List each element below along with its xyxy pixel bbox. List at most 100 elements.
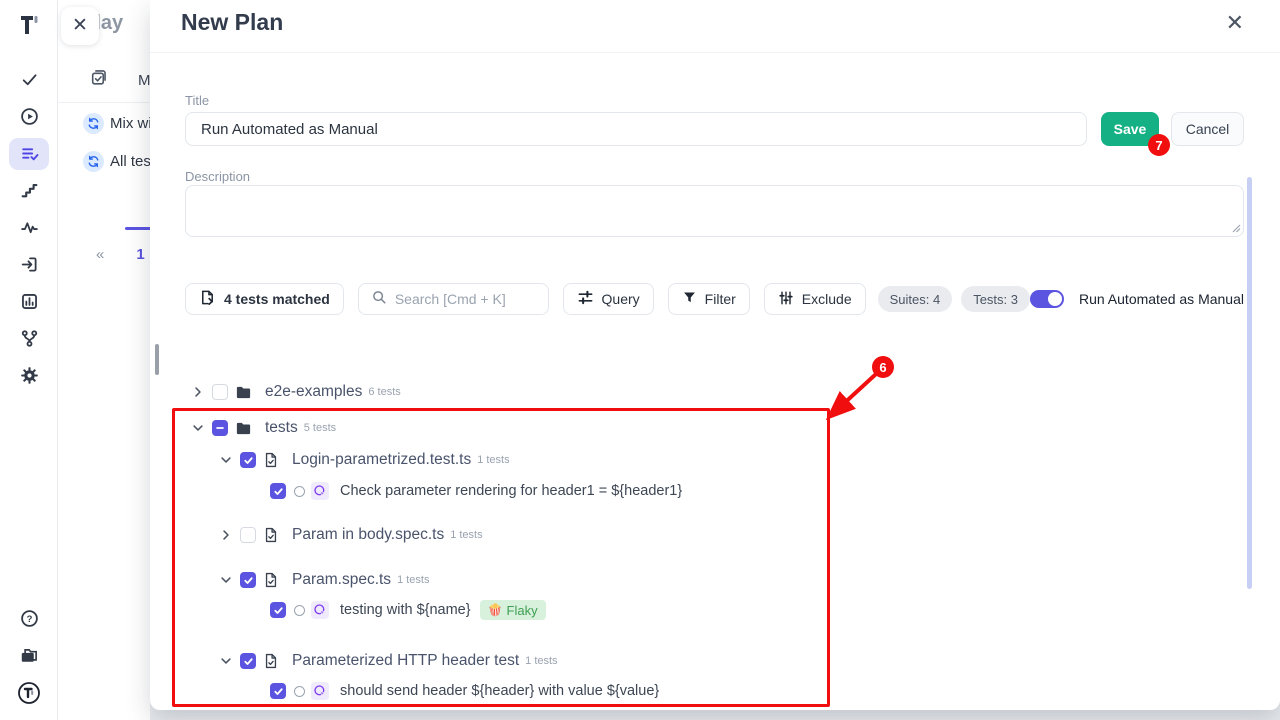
projects-icon xyxy=(9,640,49,672)
toggle-label: Run Automated as Manual xyxy=(1079,291,1244,307)
chevron-down-icon[interactable] xyxy=(218,653,234,669)
analytics-icon xyxy=(9,286,49,318)
tree-suite-row: tests5 tests xyxy=(190,416,336,440)
brand-t-logo[interactable] xyxy=(0,8,58,42)
modal-scrollbar[interactable] xyxy=(1247,177,1252,589)
sidebar-item-branch[interactable] xyxy=(0,320,58,357)
cancel-button[interactable]: Cancel xyxy=(1171,112,1244,146)
drawer-close-button[interactable]: ✕ xyxy=(61,7,99,45)
popcorn-icon: 🍿 xyxy=(488,603,503,617)
sync-icon xyxy=(83,151,104,172)
flaky-badge: 🍿Flaky xyxy=(480,600,546,620)
help-icon: ? xyxy=(9,603,49,635)
file-check-icon xyxy=(263,452,279,468)
sidebar-item-test-runs[interactable] xyxy=(0,135,58,172)
status-circle-icon xyxy=(294,686,305,697)
query-button[interactable]: Query xyxy=(563,283,654,315)
automated-test-icon xyxy=(311,482,329,500)
tests-matched-button[interactable]: 4 tests matched xyxy=(185,283,344,315)
annotation-step-7-badge: 7 xyxy=(1148,134,1170,156)
tree-suite-row: Param.spec.ts 1 tests xyxy=(218,568,429,592)
copy-check-icon[interactable] xyxy=(89,68,108,92)
chevron-down-icon[interactable] xyxy=(218,572,234,588)
row-checkbox-checked[interactable] xyxy=(270,602,286,618)
tests-count: 1 tests xyxy=(397,574,429,586)
title-input[interactable] xyxy=(185,112,1087,146)
row-checkbox-unchecked[interactable] xyxy=(212,384,228,400)
chevron-right-icon[interactable] xyxy=(190,384,206,400)
pagination-page-1[interactable]: 1 xyxy=(136,246,144,263)
modal-close-button[interactable]: ✕ xyxy=(1226,12,1244,34)
chevron-right-icon[interactable] xyxy=(218,527,234,543)
tree-node-label[interactable]: Parameterized HTTP header test xyxy=(292,652,519,670)
tests-count: 1 tests xyxy=(450,529,482,541)
automated-test-icon xyxy=(311,601,329,619)
tree-test-row: Check parameter rendering for header1 = … xyxy=(270,479,682,503)
sidebar-item-steps[interactable] xyxy=(0,172,58,209)
chevron-down-icon[interactable] xyxy=(190,420,206,436)
tests-count: 1 tests xyxy=(477,454,509,466)
sidebar-item-pulse[interactable] xyxy=(0,209,58,246)
tree-suite-row: Parameterized HTTP header test 1 tests xyxy=(218,649,558,673)
sidebar-item-brand-circle[interactable] xyxy=(0,674,58,711)
row-checkbox-checked[interactable] xyxy=(240,452,256,468)
sync-icon xyxy=(83,113,104,134)
tree-node-label[interactable]: Login-parametrized.test.ts xyxy=(292,451,471,469)
chevron-down-icon[interactable] xyxy=(218,452,234,468)
sidebar-nav xyxy=(0,61,58,394)
run-automated-toggle[interactable] xyxy=(1030,290,1064,308)
pagination-prev-button[interactable]: « xyxy=(96,246,104,263)
sidebar-item-check[interactable] xyxy=(0,61,58,98)
sidebar-item-play[interactable] xyxy=(0,98,58,135)
sidebar-item-import[interactable] xyxy=(0,246,58,283)
background-list-item[interactable]: All tes xyxy=(58,148,150,174)
search-box[interactable] xyxy=(358,283,549,315)
background-panel: Play M Mix wiAll tes « 1 xyxy=(58,0,150,720)
sidebar-item-analytics[interactable] xyxy=(0,283,58,320)
play-icon xyxy=(9,101,49,133)
new-plan-modal: New Plan ✕ Title Save 7 Cancel Descripti… xyxy=(150,0,1280,710)
tree-node-label[interactable]: Param.spec.ts xyxy=(292,571,391,589)
tree-node-label[interactable]: should send header ${header} with value … xyxy=(340,683,659,699)
tests-toolbar: 4 tests matched Query Filter Exclude Sui… xyxy=(185,283,1244,315)
tree-node-label[interactable]: Param in body.spec.ts xyxy=(292,526,444,544)
row-checkbox-checked[interactable] xyxy=(270,683,286,699)
tree-test-row: should send header ${header} with value … xyxy=(270,679,659,703)
tree-node-label[interactable]: tests xyxy=(265,419,298,437)
folder-icon xyxy=(235,420,252,437)
sidebar-nav-bottom: ? xyxy=(0,600,58,711)
background-menu-label: M xyxy=(138,72,151,89)
background-list-item[interactable]: Mix wi xyxy=(58,110,150,136)
sidebar-item-help[interactable]: ? xyxy=(0,600,58,637)
filter-button[interactable]: Filter xyxy=(668,283,750,315)
pagination: « 1 xyxy=(58,246,150,263)
import-icon xyxy=(9,249,49,281)
row-checkbox-checked[interactable] xyxy=(270,483,286,499)
file-check-icon xyxy=(263,572,279,588)
tests-count: 1 tests xyxy=(525,655,557,667)
row-checkbox-indeterminate[interactable] xyxy=(212,420,228,436)
background-panel-toolbar: M xyxy=(58,58,150,103)
description-field-label: Description xyxy=(185,169,250,184)
pulse-icon xyxy=(9,212,49,244)
sidebar-item-settings[interactable] xyxy=(0,357,58,394)
search-input[interactable] xyxy=(395,291,535,307)
tree-node-label[interactable]: Check parameter rendering for header1 = … xyxy=(340,483,682,499)
search-icon xyxy=(371,289,387,310)
sliders-horizontal-icon xyxy=(577,289,594,309)
panel-scrollbar[interactable] xyxy=(155,344,159,375)
branch-icon xyxy=(9,323,49,355)
modal-title: New Plan xyxy=(181,9,283,36)
tree-node-label[interactable]: e2e-examples xyxy=(265,383,362,401)
tree-suite-row: e2e-examples6 tests xyxy=(190,380,401,404)
suites-count-chip: Suites: 4 xyxy=(878,286,953,312)
settings-icon xyxy=(9,360,49,392)
exclude-button[interactable]: Exclude xyxy=(764,283,866,315)
tree-node-label[interactable]: testing with ${name} xyxy=(340,602,471,618)
file-check-icon xyxy=(263,527,279,543)
sidebar-item-projects[interactable] xyxy=(0,637,58,674)
row-checkbox-checked[interactable] xyxy=(240,572,256,588)
row-checkbox-unchecked[interactable] xyxy=(240,527,256,543)
description-textarea[interactable] xyxy=(185,185,1244,237)
row-checkbox-checked[interactable] xyxy=(240,653,256,669)
